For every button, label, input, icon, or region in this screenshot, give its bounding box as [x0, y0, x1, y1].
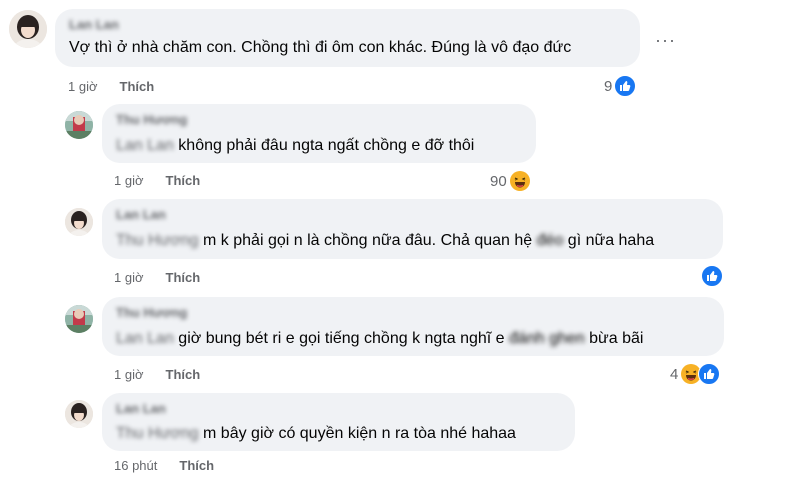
comment-bubble: Thu Hương Lan Lan không phải đâu ngta ng…	[102, 104, 536, 163]
mention-tag[interactable]: Thu Hương	[116, 232, 199, 249]
like-button[interactable]: Thích	[166, 173, 201, 188]
user-avatar-icon	[65, 400, 93, 428]
mention-tag[interactable]: Lan Lan	[116, 137, 174, 154]
avatar[interactable]	[65, 208, 93, 236]
comment-bubble: Lan Lan Vợ thì ở nhà chăm con. Chồng thì…	[55, 9, 640, 67]
comment-text: Thu Hương m k phải gọi n là chồng nữa đâ…	[116, 232, 655, 249]
comment-text: Lan Lan không phải đâu ngta ngất chồng e…	[116, 137, 475, 154]
comment-author[interactable]: Lan Lan	[69, 17, 119, 32]
like-icon	[701, 265, 723, 287]
comment-time[interactable]: 1 giờ	[114, 367, 144, 382]
comment-text: Thu Hương m bây giờ có quyền kiện n ra t…	[116, 425, 516, 442]
reaction-count: 4	[670, 365, 679, 383]
comment-meta: 1 giờ Thích	[114, 173, 200, 188]
reaction-summary[interactable]: 4	[670, 363, 721, 385]
user-avatar-icon	[9, 10, 47, 48]
comment-author[interactable]: Lan Lan	[116, 207, 166, 222]
reaction-count: 90	[490, 172, 507, 190]
comment-author[interactable]: Lan Lan	[116, 401, 166, 416]
avatar[interactable]	[65, 305, 93, 333]
comment-meta: 1 giờ Thích	[114, 367, 200, 382]
reaction-summary[interactable]: 9	[604, 75, 637, 97]
haha-icon	[508, 170, 531, 192]
mention-tag[interactable]: Lan Lan	[116, 330, 174, 347]
avatar[interactable]	[9, 10, 47, 48]
comment-bubble: Lan Lan Thu Hương m bây giờ có quyền kiệ…	[102, 393, 575, 451]
comment-author[interactable]: Thu Hương	[116, 305, 187, 320]
mention-tag[interactable]: Thu Hương	[116, 425, 199, 442]
comment-bubble: Thu Hương Lan Lan giờ bung bét ri e gọi …	[102, 297, 724, 356]
comment-author[interactable]: Thu Hương	[116, 112, 187, 127]
comment-time[interactable]: 1 giờ	[68, 79, 98, 94]
like-icon	[614, 75, 637, 97]
reaction-summary[interactable]: 90	[490, 170, 531, 192]
user-avatar-icon	[65, 208, 93, 236]
like-button[interactable]: Thích	[166, 367, 201, 382]
comment-time[interactable]: 1 giờ	[114, 173, 144, 188]
reaction-summary[interactable]	[701, 265, 723, 287]
comment-meta: 1 giờ Thích	[114, 270, 200, 285]
comment-text: Vợ thì ở nhà chăm con. Chồng thì đi ôm c…	[69, 39, 572, 56]
like-button[interactable]: Thích	[166, 270, 201, 285]
reaction-count: 9	[604, 77, 613, 95]
like-button[interactable]: Thích	[179, 458, 214, 473]
censored-word: đéo	[536, 232, 564, 249]
comment-text: Lan Lan giờ bung bét ri e gọi tiếng chồn…	[116, 330, 644, 347]
comment-meta: 16 phút Thích	[114, 458, 214, 473]
like-icon	[698, 363, 721, 385]
more-options-icon[interactable]: ···	[655, 30, 676, 51]
comment-time[interactable]: 16 phút	[114, 458, 157, 473]
like-button[interactable]: Thích	[120, 79, 155, 94]
avatar[interactable]	[65, 111, 93, 139]
comment-time[interactable]: 1 giờ	[114, 270, 144, 285]
comment-meta: 1 giờ Thích	[68, 79, 154, 94]
censored-word: đánh ghen	[509, 330, 585, 347]
user-avatar-icon	[65, 305, 93, 333]
avatar[interactable]	[65, 400, 93, 428]
comment-bubble: Lan Lan Thu Hương m k phải gọi n là chồn…	[102, 199, 723, 259]
user-avatar-icon	[65, 111, 93, 139]
